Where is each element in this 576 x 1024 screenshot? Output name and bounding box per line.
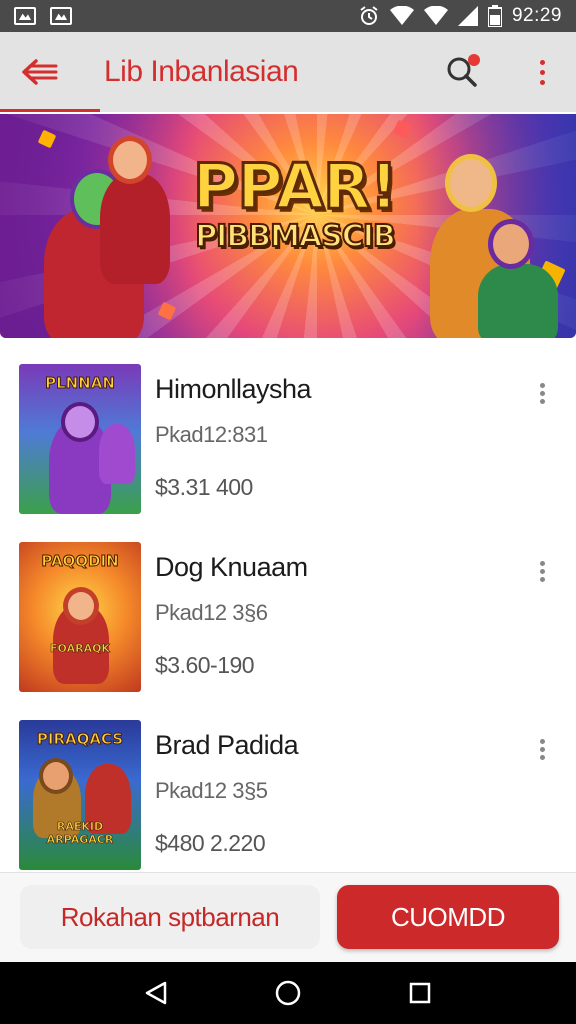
thumbnail-subtitle: FOARAQK <box>50 642 111 656</box>
item-id: Pkad12:831 <box>155 422 268 447</box>
banner-title: PPAR! PIBBMASCIB <box>180 150 410 255</box>
status-bar: 92:29 <box>0 0 576 32</box>
item-title: Himonllaysha <box>155 374 312 404</box>
nav-home-icon <box>275 980 301 1006</box>
hero-character <box>100 174 170 284</box>
more-vert-icon <box>539 382 545 388</box>
item-more-button[interactable] <box>532 378 552 408</box>
banner-title-line2: PIBBMASCIB <box>194 219 397 255</box>
secondary-action-button[interactable]: Rokahan sptbarnan <box>20 885 320 949</box>
item-more-button[interactable] <box>532 734 552 764</box>
banner-title-line1: PPAR! <box>191 150 399 223</box>
status-notifications <box>14 7 72 25</box>
thumbnail-title: PLNNAN <box>45 374 116 393</box>
wifi-icon <box>423 6 448 25</box>
status-time: 92:29 <box>511 5 562 26</box>
alarm-icon <box>360 6 378 25</box>
item-more-button[interactable] <box>532 556 552 586</box>
nav-back-icon <box>145 981 167 1005</box>
item-id: Pkad12 3§6 <box>155 600 268 625</box>
back-arrow-icon <box>22 59 58 85</box>
game-thumbnail: PAQQDIN FOARAQK <box>19 542 141 692</box>
thumbnail-subtitle: RAEKID ARPAGACR <box>46 820 114 847</box>
item-price: $3.60-190 <box>155 652 255 678</box>
hero-head <box>445 154 497 212</box>
search-button[interactable] <box>440 50 484 94</box>
more-vert-icon <box>539 59 545 65</box>
tab-indicator <box>0 109 100 112</box>
nav-recents-button[interactable] <box>400 973 440 1013</box>
item-title: Brad Padida <box>155 730 299 760</box>
game-thumbnail: PIRAQACS RAEKID ARPAGACR <box>19 720 141 870</box>
nav-back-button[interactable] <box>136 973 176 1013</box>
gallery-notification-icon <box>50 7 72 25</box>
action-bar: Rokahan sptbarnan CUOMDD <box>0 872 576 962</box>
hero-head <box>108 136 152 184</box>
gallery-notification-icon <box>14 7 36 25</box>
list-item[interactable]: PIRAQACS RAEKID ARPAGACR Brad Padida Pka… <box>0 708 576 886</box>
thumbnail-title: PAQQDIN <box>41 552 119 571</box>
more-vert-icon <box>539 560 545 566</box>
item-price: $480 2.220 <box>155 830 266 856</box>
primary-action-button[interactable]: CUOMDD <box>337 885 559 949</box>
more-vert-icon <box>539 738 545 744</box>
list-item[interactable]: PAQQDIN FOARAQK Dog Knuaam Pkad12 3§6 $3… <box>0 530 576 708</box>
wifi-icon <box>389 6 414 25</box>
app-bar: Lib Inbanlasian <box>0 32 576 112</box>
signal-icon <box>457 6 478 26</box>
more-options-button[interactable] <box>524 50 560 94</box>
item-price: $3.31 400 <box>155 474 253 500</box>
game-thumbnail: PLNNAN <box>19 364 141 514</box>
promo-banner[interactable]: PPAR! PIBBMASCIB <box>0 114 576 338</box>
hero-head <box>488 219 534 269</box>
item-title: Dog Knuaam <box>155 552 308 582</box>
nav-recents-icon <box>409 982 431 1004</box>
battery-icon <box>487 5 502 27</box>
system-nav-bar <box>0 962 576 1024</box>
status-indicators: 92:29 <box>358 5 562 27</box>
item-id: Pkad12 3§5 <box>155 778 268 803</box>
game-list: PLNNAN Himonllaysha Pkad12:831 $3.31 400… <box>0 352 576 886</box>
app-title: Lib Inbanlasian <box>104 55 299 88</box>
back-button[interactable] <box>0 32 80 112</box>
thumbnail-title: PIRAQACS <box>36 730 124 749</box>
hero-character <box>478 264 558 338</box>
nav-home-button[interactable] <box>268 973 308 1013</box>
notification-badge <box>468 54 480 66</box>
list-item[interactable]: PLNNAN Himonllaysha Pkad12:831 $3.31 400 <box>0 352 576 530</box>
